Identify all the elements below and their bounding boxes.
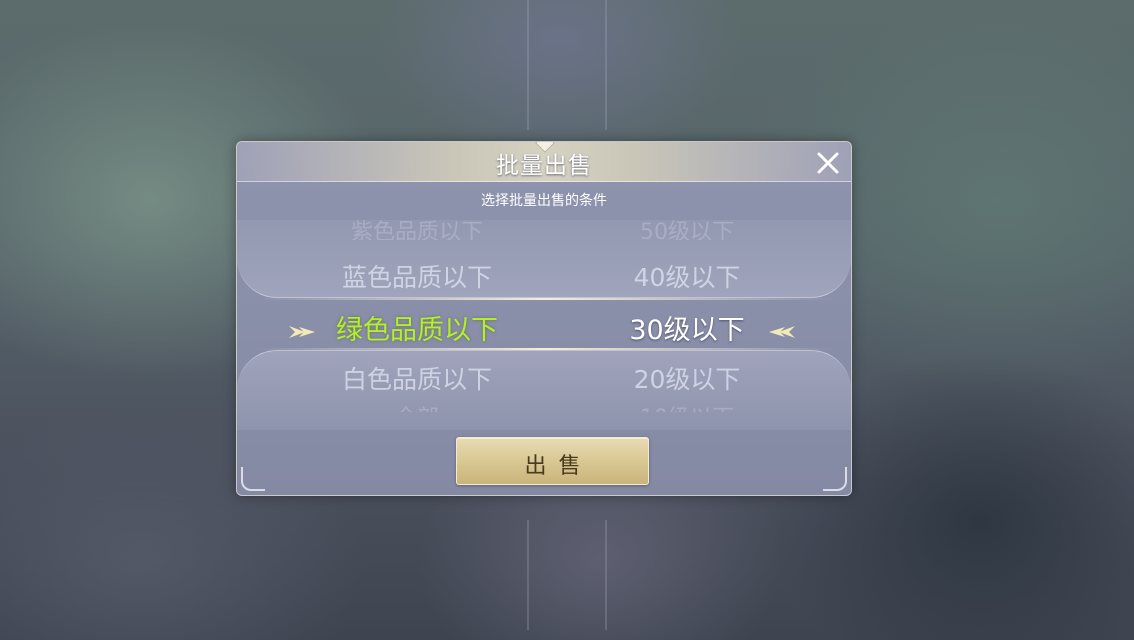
- selection-line-bottom: [257, 348, 833, 350]
- row-quality: 紫色品质以下: [350, 220, 483, 240]
- background-ornament-top: [527, 0, 607, 130]
- arrow-left-icon: [767, 318, 797, 338]
- background-ornament-bottom: [527, 520, 607, 630]
- row-level: 20级以下: [633, 365, 741, 394]
- row-level: 50级以下: [640, 220, 734, 240]
- sell-button-label: 出售: [524, 454, 593, 479]
- row-level: 10级以下: [597, 400, 777, 412]
- picker-row[interactable]: 蓝色品质以下 40级以下: [237, 258, 851, 298]
- picker-row[interactable]: 白色品质以下 20级以下: [237, 360, 851, 400]
- selection-line-top: [257, 298, 833, 300]
- row-quality: 白色品质以下: [341, 365, 492, 394]
- picker-row[interactable]: 紫色品质以下 50级以下: [237, 214, 851, 240]
- corner-ornament-left: [241, 467, 265, 491]
- picker-row[interactable]: 全部 10级以下: [237, 400, 851, 412]
- arrow-right-icon: [287, 318, 317, 338]
- sell-condition-picker[interactable]: 紫色品质以下 50级以下 蓝色品质以下 40级以下 绿色品质以下 30级以下 白…: [237, 220, 851, 430]
- row-quality: 绿色品质以下: [336, 315, 498, 346]
- dialog-title: 批量出售: [496, 153, 592, 179]
- row-quality: 全部: [317, 400, 517, 412]
- row-level: 30级以下: [629, 315, 745, 346]
- batch-sell-dialog: 批量出售 选择批量出售的条件 紫色品质以下 50级以下 蓝色品质以下 40级以下…: [236, 141, 852, 496]
- row-quality: 蓝色品质以下: [341, 263, 492, 292]
- close-button[interactable]: [813, 148, 843, 178]
- row-level: 40级以下: [633, 263, 741, 292]
- sell-button[interactable]: 出售: [456, 437, 649, 485]
- close-icon: [817, 152, 839, 174]
- dialog-subtitle: 选择批量出售的条件: [481, 193, 607, 209]
- picker-row-selected[interactable]: 绿色品质以下 30级以下: [237, 308, 851, 348]
- corner-ornament-right: [823, 467, 847, 491]
